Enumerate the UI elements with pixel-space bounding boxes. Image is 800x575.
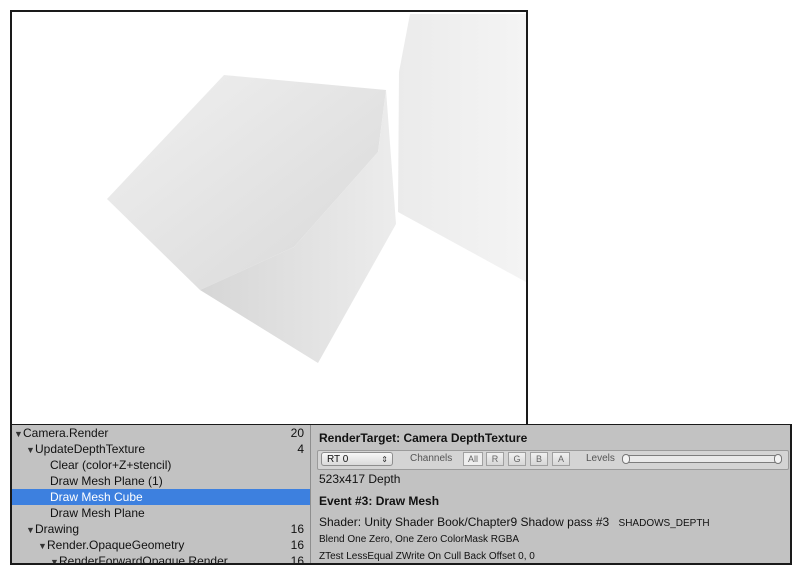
- channel-b-button[interactable]: B: [530, 452, 548, 466]
- texture-resolution: 523x417 Depth: [319, 472, 401, 486]
- tree-item-draw-mesh-plane[interactable]: Draw Mesh Plane: [12, 505, 310, 521]
- tree-item-update-depth-texture[interactable]: ▼UpdateDepthTexture 4: [12, 441, 310, 457]
- expanded-triangle-icon[interactable]: ▼: [26, 442, 35, 458]
- event-count: 4: [297, 442, 304, 456]
- tree-item-draw-mesh-plane-1[interactable]: Draw Mesh Plane (1): [12, 473, 310, 489]
- plane-shape: [398, 14, 526, 282]
- levels-label: Levels: [586, 453, 615, 464]
- tree-item-camera-render[interactable]: ▼Camera.Render 20: [12, 425, 310, 441]
- tree-item-render-forward-opaque[interactable]: ▼RenderForwardOpaque.Render 16: [12, 553, 310, 563]
- event-count: 16: [290, 522, 304, 536]
- event-count: 16: [290, 538, 304, 552]
- frame-debugger-panel: ▼Camera.Render 20 ▼UpdateDepthTexture 4 …: [10, 424, 792, 565]
- tree-item-render-opaque-geometry[interactable]: ▼Render.OpaqueGeometry 16: [12, 537, 310, 553]
- levels-max-handle[interactable]: [774, 454, 782, 464]
- expanded-triangle-icon[interactable]: ▼: [26, 522, 35, 538]
- channel-all-button[interactable]: All: [463, 452, 483, 466]
- expanded-triangle-icon[interactable]: ▼: [14, 426, 23, 442]
- expanded-triangle-icon[interactable]: ▼: [50, 554, 59, 563]
- shader-name: Shader: Unity Shader Book/Chapter9 Shado…: [319, 515, 610, 529]
- render-target-toolbar: RT 0 ⇕ Channels All R G B A Levels: [317, 450, 789, 470]
- levels-min-handle[interactable]: [622, 454, 630, 464]
- blend-state: Blend One Zero, One Zero ColorMask RGBA: [319, 534, 520, 545]
- depth-texture-image: [107, 14, 526, 363]
- game-view-depth-preview: [10, 10, 528, 428]
- levels-slider[interactable]: [622, 454, 782, 464]
- event-count: 20: [290, 426, 304, 440]
- ztest-state: ZTest LessEqual ZWrite On Cull Back Offs…: [319, 551, 535, 562]
- channel-g-button[interactable]: G: [508, 452, 526, 466]
- channel-a-button[interactable]: A: [552, 452, 570, 466]
- event-details: RenderTarget: Camera DepthTexture RT 0 ⇕…: [311, 425, 790, 563]
- tree-item-drawing[interactable]: ▼Drawing 16: [12, 521, 310, 537]
- channels-label: Channels: [410, 453, 453, 464]
- event-tree: ▼Camera.Render 20 ▼UpdateDepthTexture 4 …: [12, 425, 311, 563]
- event-title: Event #3: Draw Mesh: [319, 494, 440, 508]
- expanded-triangle-icon[interactable]: ▼: [38, 538, 47, 554]
- shader-keyword: SHADOWS_DEPTH: [618, 518, 710, 529]
- render-target-title: RenderTarget: Camera DepthTexture: [319, 431, 528, 445]
- channel-r-button[interactable]: R: [486, 452, 504, 466]
- select-arrow-icon: ⇕: [381, 455, 388, 464]
- rt-select[interactable]: RT 0 ⇕: [321, 452, 393, 466]
- event-count: 16: [290, 554, 304, 563]
- shader-info: Shader: Unity Shader Book/Chapter9 Shado…: [319, 515, 710, 529]
- tree-item-clear[interactable]: Clear (color+Z+stencil): [12, 457, 310, 473]
- tree-item-draw-mesh-cube[interactable]: Draw Mesh Cube: [12, 489, 310, 505]
